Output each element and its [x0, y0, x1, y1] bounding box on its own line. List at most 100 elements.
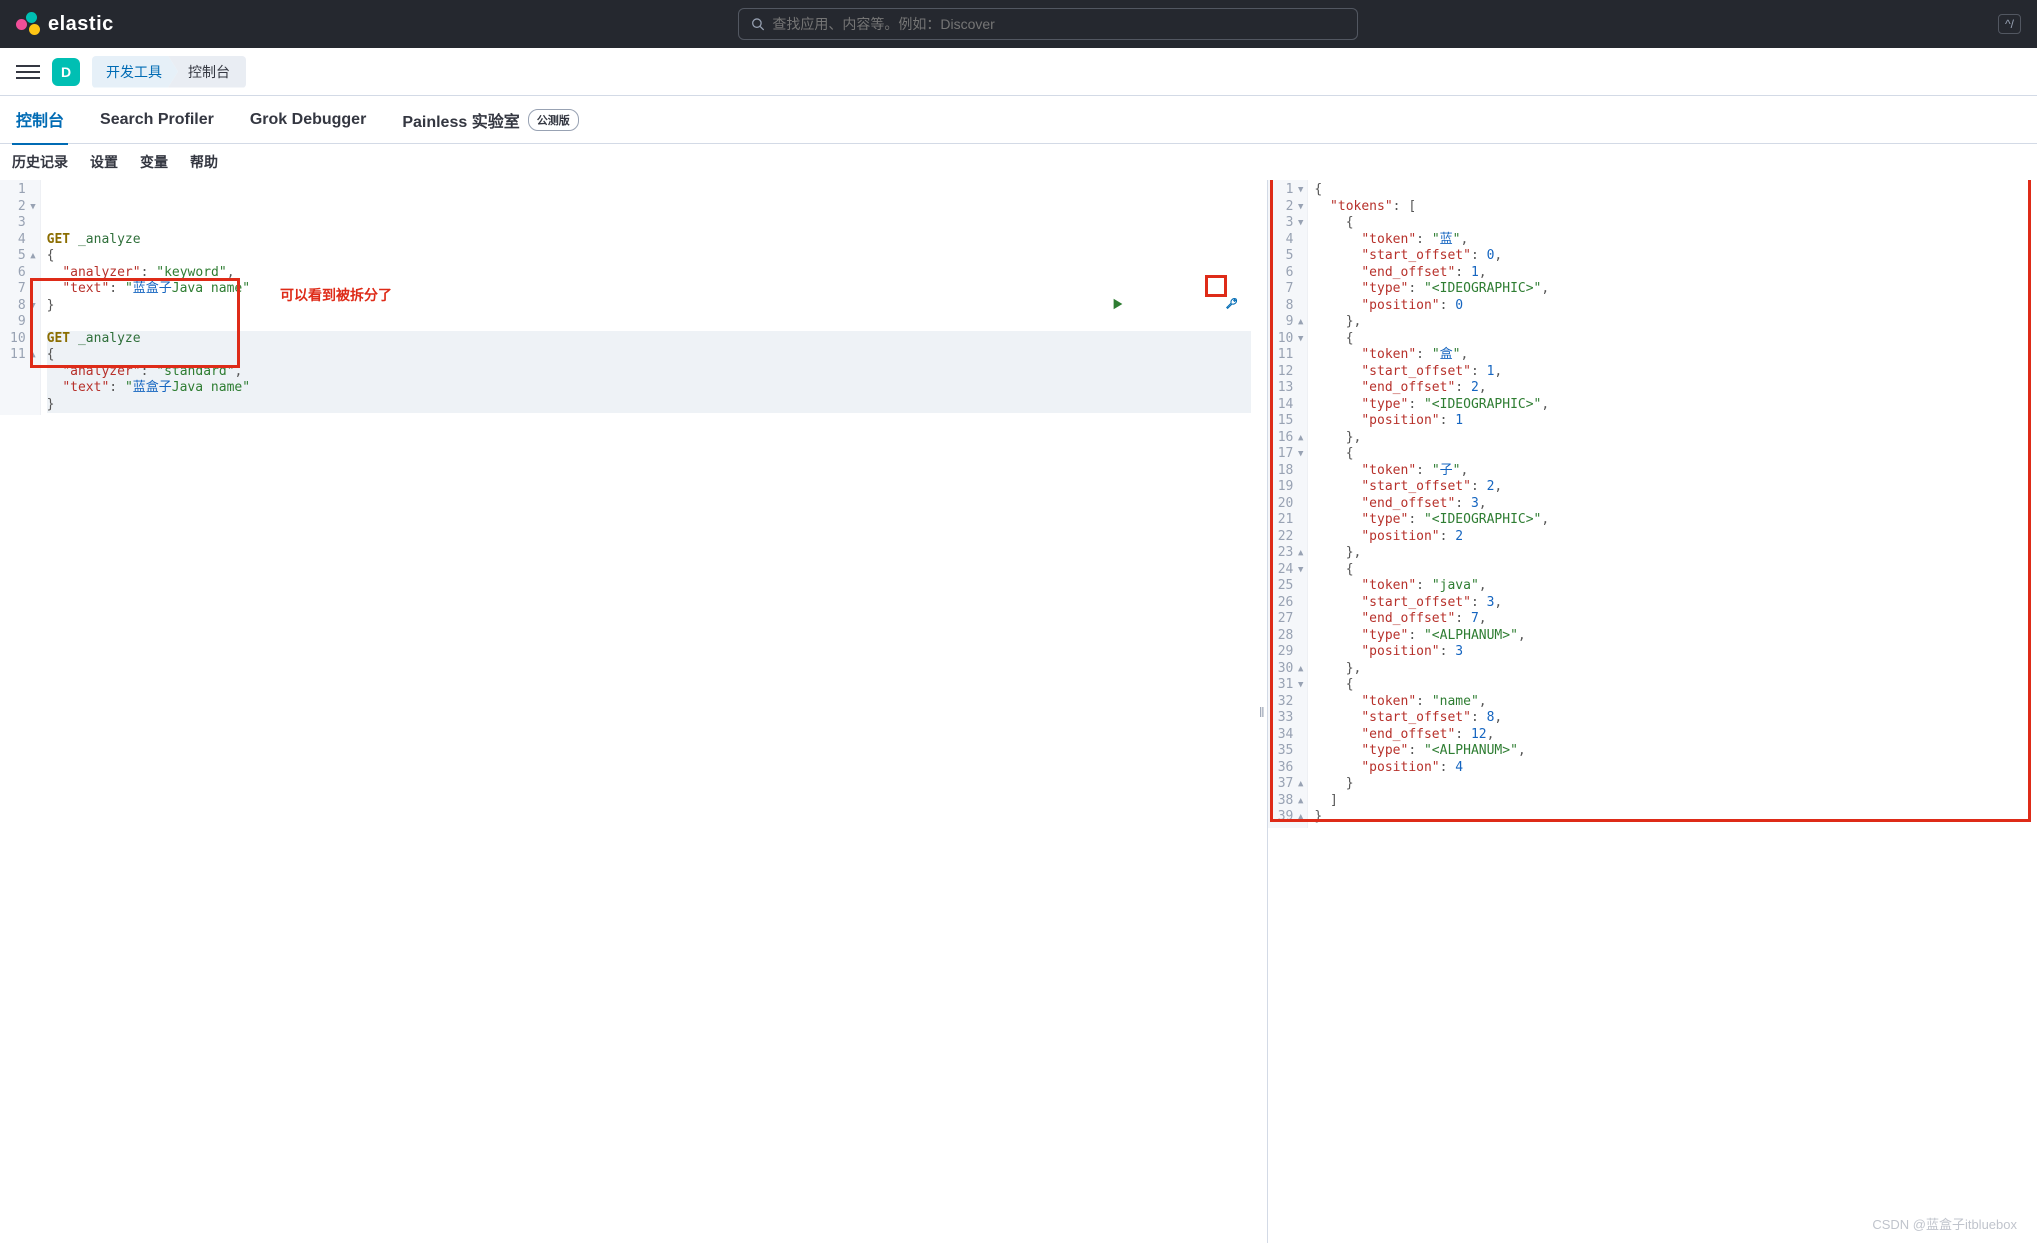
code-line[interactable]: "analyzer": "keyword",	[47, 265, 1251, 282]
search-input[interactable]	[772, 16, 1345, 32]
fold-toggle-icon[interactable]: ▲	[28, 347, 36, 364]
line-number: 38▲	[1278, 793, 1304, 810]
code-line[interactable]: {	[1314, 677, 2031, 694]
code-line[interactable]: },	[1314, 314, 2031, 331]
code-line[interactable]: {	[1314, 446, 2031, 463]
code-line[interactable]: "start_offset": 3,	[1314, 595, 2031, 612]
code-line[interactable]: "start_offset": 1,	[1314, 364, 2031, 381]
global-search[interactable]	[738, 8, 1358, 40]
code-line[interactable]: {	[1314, 215, 2031, 232]
fold-toggle-icon[interactable]: ▲	[28, 248, 36, 265]
code-line[interactable]: "position": 3	[1314, 644, 2031, 661]
code-line[interactable]: GET _analyze	[47, 232, 1251, 249]
code-line[interactable]: "type": "<IDEOGRAPHIC>",	[1314, 281, 2031, 298]
line-number: 21	[1278, 512, 1304, 529]
code-line[interactable]: {	[1314, 331, 2031, 348]
code-line[interactable]: "type": "<ALPHANUM>",	[1314, 628, 2031, 645]
toolbar-help[interactable]: 帮助	[190, 152, 218, 172]
fold-toggle-icon[interactable]: ▼	[1295, 562, 1303, 579]
code-line[interactable]: "position": 2	[1314, 529, 2031, 546]
code-line[interactable]: "text": "蓝盒子Java name"	[47, 380, 1251, 397]
code-line[interactable]: },	[1314, 430, 2031, 447]
keyboard-shortcut-hint: ^/	[1998, 14, 2021, 34]
code-line[interactable]: {	[47, 248, 1251, 265]
code-line[interactable]: "token": "子",	[1314, 463, 2031, 480]
fold-toggle-icon[interactable]: ▲	[1295, 661, 1303, 678]
line-number: 5▲	[10, 248, 36, 265]
code-line[interactable]: "position": 4	[1314, 760, 2031, 777]
console-toolbar: 历史记录 设置 变量 帮助	[0, 144, 2037, 180]
line-number: 14	[1278, 397, 1304, 414]
code-line[interactable]: "end_offset": 3,	[1314, 496, 2031, 513]
run-request-button[interactable]	[1017, 280, 1125, 333]
pane-splitter[interactable]: ‖	[1257, 180, 1267, 1243]
elastic-logo[interactable]: elastic	[16, 12, 114, 36]
space-selector[interactable]: D	[52, 58, 80, 86]
fold-toggle-icon[interactable]: ▼	[1295, 446, 1303, 463]
code-line[interactable]: "type": "<IDEOGRAPHIC>",	[1314, 397, 2031, 414]
fold-toggle-icon[interactable]: ▲	[1295, 545, 1303, 562]
line-number: 15	[1278, 413, 1304, 430]
line-number: 1	[10, 182, 36, 199]
code-line[interactable]: GET _analyze	[47, 331, 1251, 348]
code-line[interactable]: },	[1314, 545, 2031, 562]
code-line[interactable]: "token": "name",	[1314, 694, 2031, 711]
breadcrumb-devtools[interactable]: 开发工具	[92, 56, 178, 88]
code-line[interactable]: {	[1314, 562, 2031, 579]
fold-toggle-icon[interactable]: ▲	[1295, 314, 1303, 331]
tab-console[interactable]: 控制台	[12, 95, 68, 145]
tab-painless-lab[interactable]: Painless 实验室 公测版	[398, 96, 582, 144]
toolbar-variables[interactable]: 变量	[140, 152, 168, 172]
code-line[interactable]: ]	[1314, 793, 2031, 810]
code-line[interactable]: "type": "<ALPHANUM>",	[1314, 743, 2031, 760]
nav-toggle-button[interactable]	[16, 60, 40, 84]
code-line[interactable]: "tokens": [	[1314, 199, 2031, 216]
line-number: 4	[10, 232, 36, 249]
line-number: 11▲	[10, 347, 36, 364]
code-line[interactable]: "token": "蓝",	[1314, 232, 2031, 249]
fold-toggle-icon[interactable]: ▼	[1295, 182, 1303, 199]
line-number: 5	[1278, 248, 1304, 265]
response-pane[interactable]: 1▼2▼3▼456789▲10▼111213141516▲17▼18192021…	[1267, 180, 2037, 1243]
code-line[interactable]: "token": "盒",	[1314, 347, 2031, 364]
fold-toggle-icon[interactable]: ▲	[1295, 809, 1303, 826]
fold-toggle-icon[interactable]: ▲	[1295, 793, 1303, 810]
fold-toggle-icon[interactable]: ▼	[1295, 331, 1303, 348]
fold-toggle-icon[interactable]: ▲	[1295, 430, 1303, 447]
code-line[interactable]: "start_offset": 0,	[1314, 248, 2031, 265]
code-line[interactable]: }	[1314, 809, 2031, 826]
fold-toggle-icon[interactable]: ▼	[28, 199, 36, 216]
fold-toggle-icon[interactable]: ▼	[28, 298, 36, 315]
request-pane[interactable]: 12▼345▲678▼91011▲ GET _analyze{ "analyze…	[0, 180, 1257, 1243]
tab-search-profiler[interactable]: Search Profiler	[96, 99, 218, 141]
code-line[interactable]: },	[1314, 661, 2031, 678]
code-line[interactable]: "end_offset": 1,	[1314, 265, 2031, 282]
code-line[interactable]: "end_offset": 7,	[1314, 611, 2031, 628]
line-number: 2▼	[10, 199, 36, 216]
toolbar-settings[interactable]: 设置	[90, 152, 118, 172]
fold-toggle-icon[interactable]: ▼	[1295, 199, 1303, 216]
code-line[interactable]: {	[47, 347, 1251, 364]
code-line[interactable]: }	[1314, 776, 2031, 793]
code-line[interactable]: "position": 1	[1314, 413, 2031, 430]
code-line[interactable]: "type": "<IDEOGRAPHIC>",	[1314, 512, 2031, 529]
code-line[interactable]: "analyzer": "standard",	[47, 364, 1251, 381]
code-line[interactable]: {	[1314, 182, 2031, 199]
response-editor[interactable]: 1▼2▼3▼456789▲10▼111213141516▲17▼18192021…	[1268, 180, 2037, 828]
code-line[interactable]: "start_offset": 2,	[1314, 479, 2031, 496]
code-line[interactable]: "token": "java",	[1314, 578, 2031, 595]
fold-toggle-icon[interactable]: ▼	[1295, 677, 1303, 694]
line-number: 1▼	[1278, 182, 1304, 199]
code-line[interactable]: "position": 0	[1314, 298, 2031, 315]
fold-toggle-icon[interactable]: ▲	[1295, 776, 1303, 793]
request-editor[interactable]: 12▼345▲678▼91011▲ GET _analyze{ "analyze…	[0, 180, 1257, 415]
fold-toggle-icon[interactable]: ▼	[1295, 215, 1303, 232]
tab-grok-debugger[interactable]: Grok Debugger	[246, 99, 370, 141]
code-line[interactable]: "end_offset": 12,	[1314, 727, 2031, 744]
line-number: 10▼	[1278, 331, 1304, 348]
toolbar-history[interactable]: 历史记录	[12, 152, 68, 172]
breadcrumb-console[interactable]: 控制台	[168, 56, 246, 88]
code-line[interactable]: "start_offset": 8,	[1314, 710, 2031, 727]
code-line[interactable]: }	[47, 397, 1251, 414]
code-line[interactable]: "end_offset": 2,	[1314, 380, 2031, 397]
